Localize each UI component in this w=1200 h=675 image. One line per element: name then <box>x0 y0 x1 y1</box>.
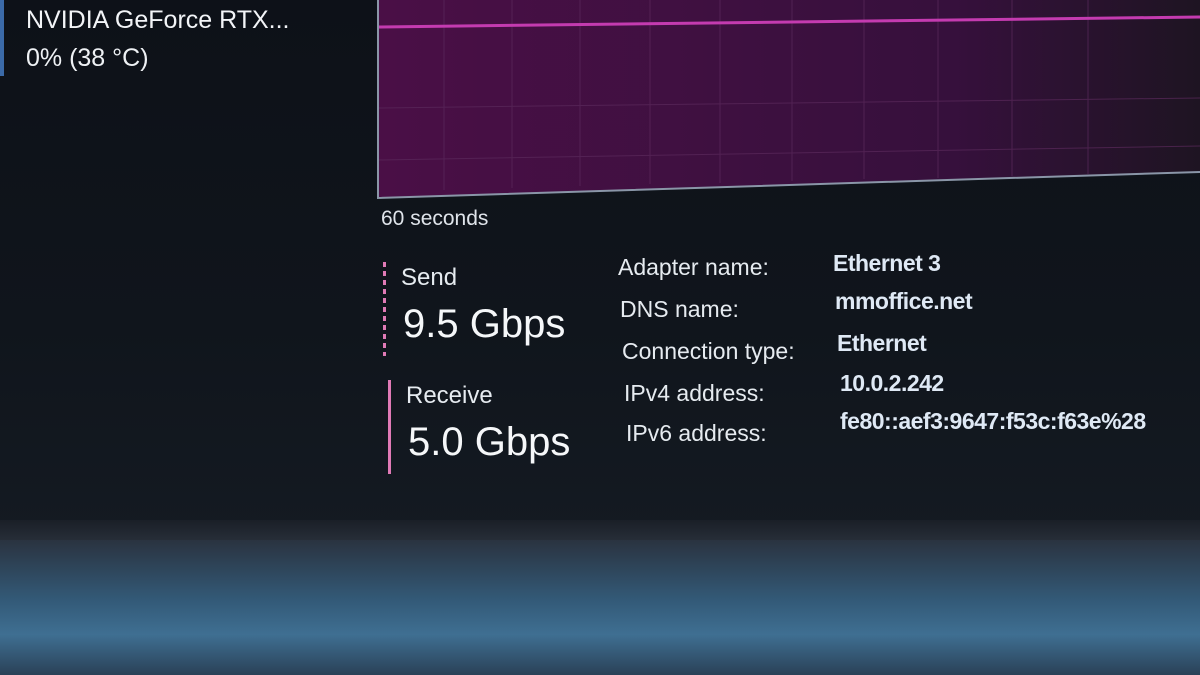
adapter-properties: Adapter name: Ethernet 3 DNS name: mmoff… <box>618 250 1198 460</box>
property-key: Adapter name: <box>618 254 769 280</box>
send-metric: Send 9.5 Gbps <box>383 262 623 358</box>
receive-legend-bar <box>388 380 391 474</box>
send-label: Send <box>401 264 458 291</box>
selection-indicator <box>0 0 4 76</box>
property-key: Connection type: <box>622 338 795 364</box>
send-legend-bar <box>383 262 386 356</box>
throughput-graph <box>372 0 1200 200</box>
desk-background <box>0 540 1200 675</box>
gpu-name: NVIDIA GeForce RTX... <box>26 6 290 34</box>
throughput-graph-svg <box>377 0 1200 200</box>
property-value: 10.0.2.242 <box>840 370 944 396</box>
sidebar-item-gpu[interactable]: NVIDIA GeForce RTX... 0% (38 °C) <box>0 0 330 80</box>
property-key: IPv4 address: <box>624 380 765 406</box>
time-axis-label: 60 seconds <box>381 207 489 230</box>
property-value: mmoffice.net <box>835 288 973 314</box>
property-value: Ethernet <box>837 330 927 356</box>
receive-label: Receive <box>406 382 493 409</box>
gpu-usage: 0% (38 °C) <box>26 44 149 72</box>
property-value: fe80::aef3:9647:f53c:f63e%28 <box>840 408 1146 434</box>
send-value: 9.5 Gbps <box>403 302 566 346</box>
property-key: IPv6 address: <box>626 420 767 446</box>
task-manager-window: NVIDIA GeForce RTX... 0% (38 °C) 60 seco… <box>0 0 1200 540</box>
receive-value: 5.0 Gbps <box>408 420 571 464</box>
property-row-ipv6-address: IPv6 address: fe80::aef3:9647:f53c:f63e%… <box>626 408 1186 460</box>
receive-metric: Receive 5.0 Gbps <box>388 380 628 474</box>
property-key: DNS name: <box>620 296 739 322</box>
property-value: Ethernet 3 <box>833 250 941 276</box>
